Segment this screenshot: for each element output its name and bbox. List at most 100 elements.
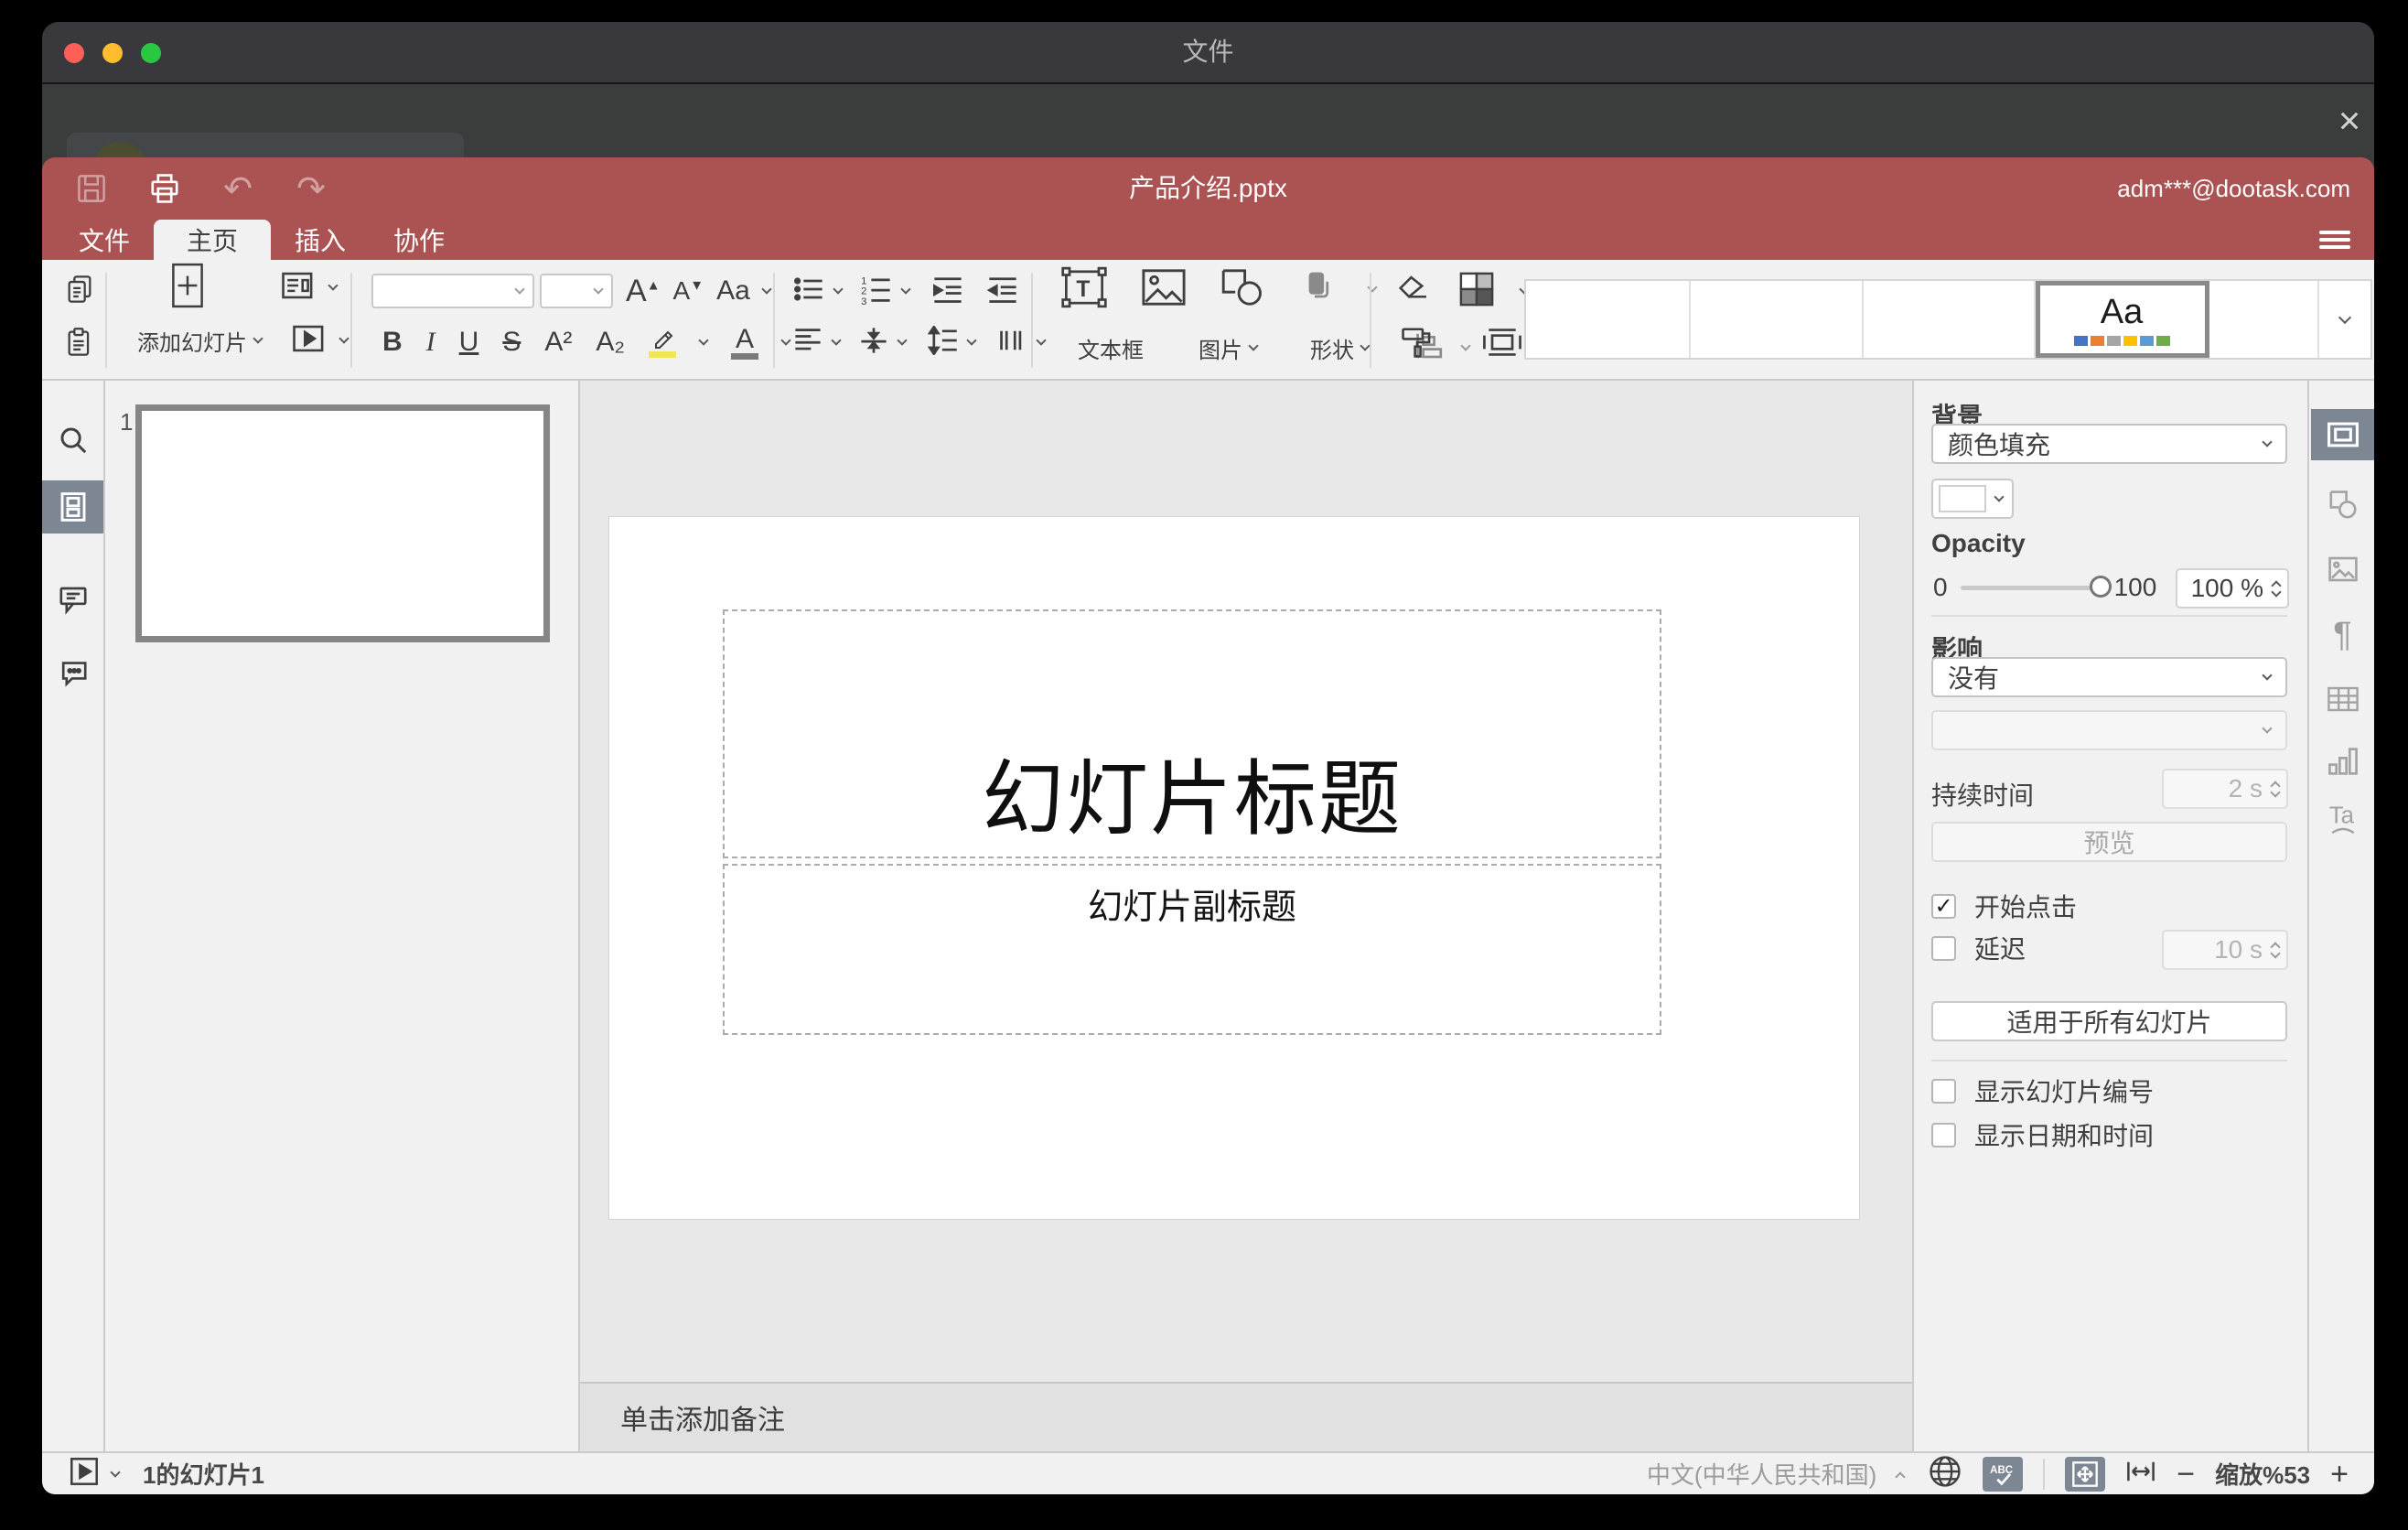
spellcheck-icon[interactable]: ABC — [1983, 1456, 2024, 1492]
search-icon[interactable] — [42, 414, 103, 467]
insert-image-button[interactable]: 图片 — [1182, 332, 1274, 364]
chevron-down-icon[interactable] — [780, 335, 791, 346]
table-settings-icon[interactable] — [2311, 673, 2374, 725]
tab-insert[interactable]: 插入 — [271, 220, 370, 260]
chart-settings-icon[interactable] — [2311, 736, 2374, 787]
arrange-objects-icon[interactable] — [1301, 269, 1338, 310]
chevron-down-icon[interactable] — [966, 335, 977, 346]
slide-size-icon[interactable] — [1482, 325, 1522, 364]
add-slide-icon[interactable] — [167, 262, 209, 314]
copy-icon[interactable] — [64, 274, 95, 309]
opacity-slider[interactable]: 0 100 — [1933, 573, 2156, 602]
theme-item[interactable] — [1864, 281, 2036, 358]
title-placeholder[interactable]: 幻灯片标题 — [723, 609, 1661, 858]
zoom-out-button[interactable]: − — [2177, 1459, 2195, 1490]
slides-panel-icon[interactable] — [42, 480, 103, 533]
insert-shape-icon[interactable] — [1219, 266, 1266, 313]
columns-icon[interactable] — [997, 326, 1028, 360]
decrease-indent-icon[interactable] — [931, 274, 964, 309]
slide-number-status[interactable]: 1的幻灯片1 — [143, 1457, 264, 1491]
insert-textbox-icon[interactable]: T — [1059, 264, 1109, 315]
copy-style-icon[interactable] — [1400, 325, 1435, 364]
theme-item[interactable] — [1691, 281, 1864, 358]
fit-to-slide-icon[interactable] — [2065, 1456, 2106, 1492]
zoom-level[interactable]: 缩放%53 — [2215, 1457, 2310, 1491]
textart-settings-icon[interactable]: Ta — [2311, 794, 2374, 846]
theme-item-selected[interactable]: Aa — [2036, 281, 2209, 358]
fit-to-width-icon[interactable] — [2125, 1458, 2156, 1490]
show-slide-number-checkbox[interactable] — [1931, 1078, 1956, 1104]
fill-color-picker[interactable] — [1931, 479, 2014, 519]
delay-checkbox[interactable] — [1931, 935, 1956, 961]
image-settings-icon[interactable] — [2311, 544, 2374, 595]
line-spacing-icon[interactable] — [927, 324, 959, 360]
show-date-time-checkbox[interactable] — [1931, 1122, 1956, 1148]
subscript-button[interactable]: A₂ — [596, 327, 625, 358]
view-settings-icon[interactable] — [2319, 227, 2350, 253]
slide-thumbnail[interactable] — [135, 404, 550, 642]
chevron-down-icon[interactable] — [761, 284, 772, 295]
chevron-down-icon[interactable] — [698, 335, 709, 346]
start-on-click-row[interactable]: ✓ 开始点击 — [1931, 888, 2287, 924]
horizontal-align-icon[interactable] — [792, 326, 823, 360]
highlight-color-icon[interactable] — [649, 328, 677, 358]
show-slide-number-row[interactable]: 显示幻灯片编号 — [1931, 1072, 2287, 1109]
clear-style-icon[interactable] — [1396, 273, 1433, 310]
notes-area[interactable]: 单击添加备注 — [580, 1382, 1912, 1451]
italic-button[interactable]: I — [426, 327, 435, 358]
tab-file[interactable]: 文件 — [55, 220, 154, 260]
start-slideshow-icon[interactable] — [291, 322, 328, 360]
start-on-click-checkbox[interactable]: ✓ — [1931, 893, 1956, 919]
slide-canvas[interactable]: 幻灯片标题 幻灯片副标题 — [609, 517, 1859, 1219]
theme-gallery-expand-button[interactable] — [2319, 281, 2370, 358]
chevron-down-icon[interactable] — [833, 284, 844, 295]
font-size-select[interactable] — [540, 274, 613, 308]
show-date-time-row[interactable]: 显示日期和时间 — [1931, 1116, 2287, 1153]
chevron-down-icon[interactable] — [328, 280, 339, 291]
tab-collaboration[interactable]: 协作 — [370, 220, 468, 260]
close-icon[interactable]: × — [2327, 99, 2371, 143]
paragraph-settings-icon[interactable]: ¶ — [2311, 609, 2374, 661]
zoom-in-button[interactable]: + — [2330, 1459, 2349, 1490]
apply-to-all-slides-button[interactable]: 适用于所有幻灯片 — [1931, 1001, 2287, 1041]
theme-item[interactable] — [2209, 281, 2319, 358]
tab-home[interactable]: 主页 — [154, 220, 272, 260]
add-slide-button[interactable]: 添加幻灯片 — [137, 325, 263, 357]
increase-font-size-button[interactable]: A▲ — [626, 274, 661, 309]
effect-select[interactable]: 没有 — [1931, 657, 2287, 697]
superscript-button[interactable]: A² — [544, 327, 572, 358]
font-name-select[interactable] — [371, 274, 534, 308]
start-slideshow-status-icon[interactable] — [70, 1457, 99, 1491]
bold-button[interactable]: B — [382, 327, 403, 358]
slider-knob[interactable] — [2089, 575, 2112, 598]
insert-image-icon[interactable] — [1140, 266, 1188, 313]
font-color-icon[interactable]: A — [731, 325, 759, 360]
theme-item[interactable] — [1526, 281, 1691, 358]
chat-icon[interactable] — [42, 644, 103, 697]
bullet-list-icon[interactable] — [792, 274, 825, 309]
document-language-button[interactable]: 中文(中华人民共和国) — [1647, 1457, 1876, 1491]
chevron-up-icon[interactable] — [1895, 1471, 1906, 1482]
subtitle-placeholder[interactable]: 幻灯片副标题 — [723, 864, 1661, 1035]
change-case-button[interactable]: Aa — [716, 275, 750, 307]
shape-settings-icon[interactable] — [2311, 479, 2374, 531]
spellcheck-language-icon[interactable] — [1928, 1454, 1962, 1493]
chevron-down-icon[interactable] — [900, 284, 911, 295]
chevron-down-icon[interactable] — [1036, 335, 1047, 346]
chevron-down-icon[interactable] — [339, 333, 349, 344]
insert-textbox-button[interactable]: 文本框 — [1059, 332, 1162, 364]
strikethrough-button[interactable]: S — [502, 327, 521, 358]
background-fill-select[interactable]: 颜色填充 — [1931, 424, 2287, 464]
chevron-down-icon[interactable] — [897, 335, 908, 346]
increase-indent-icon[interactable] — [986, 274, 1019, 309]
numbered-list-icon[interactable]: 1 2 3 — [860, 274, 893, 309]
vertical-align-icon[interactable] — [858, 326, 889, 360]
insert-shape-button[interactable]: 形状 — [1292, 332, 1387, 364]
slide-settings-icon[interactable] — [2311, 409, 2374, 460]
underline-button[interactable]: U — [459, 327, 479, 358]
comments-icon[interactable] — [42, 573, 103, 626]
slide-layout-icon[interactable] — [280, 269, 317, 307]
decrease-font-size-button[interactable]: A▼ — [673, 276, 704, 306]
chevron-down-icon[interactable] — [831, 335, 842, 346]
paste-icon[interactable] — [64, 327, 95, 362]
